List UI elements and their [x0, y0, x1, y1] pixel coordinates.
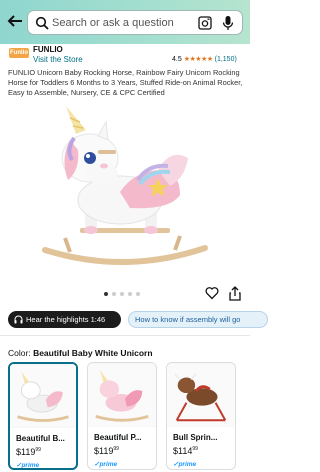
share-icon[interactable]: [229, 286, 241, 301]
price-fraction: 99: [35, 447, 41, 453]
rating-value: 4.5: [172, 55, 182, 63]
carousel-dot[interactable]: [104, 292, 108, 296]
color-selection-label: Color: Beautiful Baby White Unicorn: [8, 348, 153, 358]
color-value: Beautiful Baby White Unicorn: [33, 348, 153, 358]
image-carousel-dots[interactable]: [104, 292, 140, 296]
rating-summary[interactable]: 4.5 ★★★★★ (1,150): [172, 55, 237, 64]
variant-card-bull-spring[interactable]: Bull Sprin... $11499 ✓prime: [166, 362, 236, 470]
search-bar[interactable]: Search or ask a question: [27, 10, 243, 35]
price-fraction: 99: [113, 446, 119, 452]
price-whole: $119: [16, 447, 36, 457]
search-input[interactable]: Search or ask a question: [52, 17, 174, 29]
hear-highlights-label: Hear the highlights 1:46: [26, 315, 106, 324]
camera-lens-icon[interactable]: [198, 16, 212, 30]
variant-name: Beautiful B...: [16, 434, 65, 443]
brand-name: FUNLIO: [33, 45, 63, 54]
divider: [0, 335, 250, 336]
variant-price: $11499: [173, 446, 198, 456]
carousel-dot[interactable]: [128, 292, 132, 296]
variant-thumbnail: [167, 363, 235, 427]
variant-price: $11999: [94, 446, 119, 456]
hear-highlights-button[interactable]: Hear the highlights 1:46: [8, 311, 121, 328]
heart-icon[interactable]: [205, 286, 219, 300]
top-bar: Search or ask a question: [0, 0, 250, 44]
price-whole: $114: [173, 446, 193, 456]
variant-thumbnail: [88, 363, 156, 427]
headphones-icon: [14, 315, 23, 324]
prime-badge: ✓prime: [16, 462, 40, 469]
brand-logo[interactable]: Funlio: [9, 48, 29, 58]
color-label: Color:: [8, 348, 31, 358]
carousel-dot[interactable]: [120, 292, 124, 296]
back-arrow-icon[interactable]: [6, 12, 24, 30]
price-fraction: 99: [192, 446, 198, 452]
prime-badge: ✓prime: [173, 461, 197, 468]
carousel-dot[interactable]: [112, 292, 116, 296]
price-whole: $119: [94, 446, 114, 456]
rating-count[interactable]: (1,150): [215, 56, 237, 63]
variant-thumbnail: [10, 364, 76, 428]
variant-card-pink-unicorn[interactable]: Beautiful P... $11999 ✓prime: [87, 362, 157, 470]
search-icon: [35, 16, 49, 30]
variant-price: $11999: [16, 447, 41, 457]
product-image[interactable]: [40, 100, 210, 280]
variant-card-white-unicorn[interactable]: Beautiful B... $11999 ✓prime: [8, 362, 78, 470]
variant-name: Beautiful P...: [94, 433, 142, 442]
product-title: FUNLIO Unicorn Baby Rocking Horse, Rainb…: [8, 68, 243, 97]
prime-badge: ✓prime: [94, 461, 118, 468]
assembly-question-chip[interactable]: How to know if assembly will go: [128, 311, 268, 328]
visit-store-link[interactable]: Visit the Store: [33, 55, 83, 64]
carousel-dot[interactable]: [136, 292, 140, 296]
star-rating-icon: ★★★★★: [183, 56, 213, 63]
variant-name: Bull Sprin...: [173, 433, 218, 442]
microphone-icon[interactable]: [222, 15, 234, 31]
